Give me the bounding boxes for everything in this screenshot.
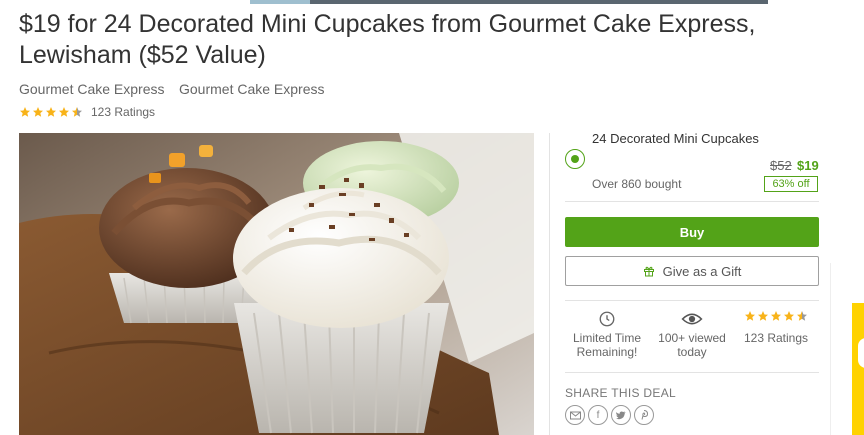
- merchant-link[interactable]: Gourmet Cake Express: [19, 81, 165, 97]
- facebook-icon[interactable]: f: [588, 405, 608, 425]
- side-ad-banner[interactable]: [852, 303, 864, 435]
- stat-text: Limited Time Remaining!: [572, 331, 642, 359]
- radio-selected-dot: [571, 155, 579, 163]
- rating-count: 123 Ratings: [91, 105, 156, 119]
- deal-title: $19 for 24 Decorated Mini Cupcakes from …: [19, 10, 756, 69]
- discount-badge: 63% off: [764, 176, 818, 192]
- buy-button[interactable]: Buy: [565, 217, 819, 247]
- side-ad-shape: [858, 338, 864, 368]
- pinterest-icon[interactable]: [634, 405, 654, 425]
- stat-text: 123 Ratings: [743, 331, 809, 345]
- email-icon[interactable]: [565, 405, 585, 425]
- deal-price: $19: [797, 158, 819, 173]
- top-image-strip: [250, 0, 768, 4]
- give-as-gift-button[interactable]: Give as a Gift: [565, 256, 819, 286]
- stat-viewed: 100+ viewed today: [649, 310, 735, 359]
- stat-ratings[interactable]: 123 Ratings: [733, 310, 819, 345]
- original-price: $52: [770, 158, 792, 173]
- column-divider: [549, 133, 550, 435]
- rating-summary[interactable]: 123 Ratings: [19, 105, 155, 119]
- rating-stars-icon: [19, 106, 83, 118]
- twitter-icon[interactable]: [611, 405, 631, 425]
- gift-label: Give as a Gift: [662, 263, 742, 279]
- bought-count: Over 860 bought: [592, 177, 682, 191]
- stars-icon: [744, 310, 808, 328]
- divider: [565, 300, 819, 301]
- option-title: 24 Decorated Mini Cupcakes: [592, 131, 759, 146]
- top-image-strip-accent: [250, 0, 310, 4]
- clock-icon: [599, 311, 615, 327]
- option-radio[interactable]: [565, 149, 585, 169]
- stat-text: 100+ viewed today: [658, 331, 726, 359]
- divider: [565, 201, 819, 202]
- share-icons: f: [565, 405, 654, 425]
- gift-icon: [643, 266, 654, 277]
- deal-photo[interactable]: [19, 133, 534, 435]
- cupcakes-image: [19, 133, 534, 435]
- eye-icon: [681, 313, 703, 325]
- merchant-location-link[interactable]: Gourmet Cake Express: [179, 81, 325, 97]
- divider: [565, 372, 819, 373]
- stat-limited-time: Limited Time Remaining!: [564, 310, 650, 359]
- share-label: SHARE THIS DEAL: [565, 386, 676, 400]
